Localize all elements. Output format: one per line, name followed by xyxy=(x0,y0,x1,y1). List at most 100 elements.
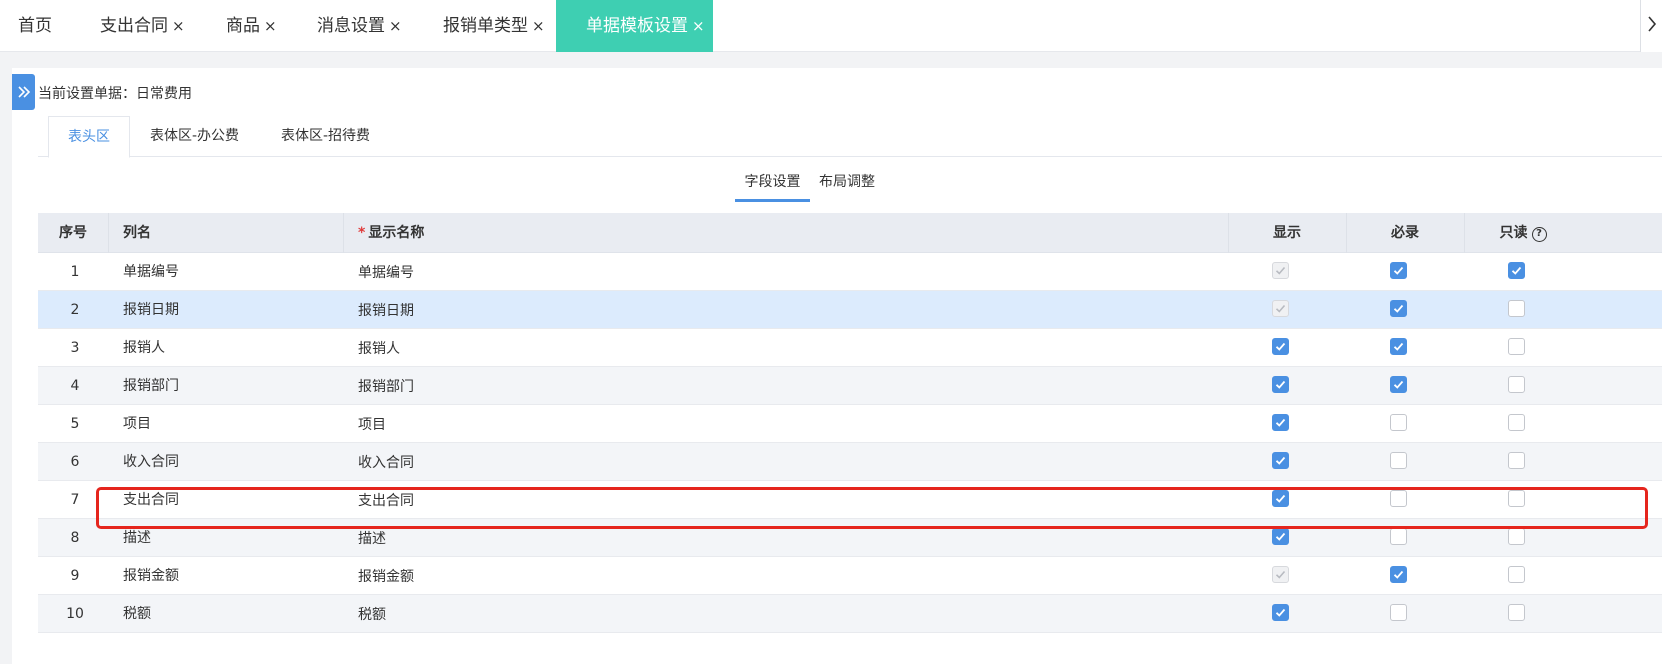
required-checkbox[interactable] xyxy=(1390,527,1407,545)
readonly-checkbox[interactable] xyxy=(1508,337,1525,355)
close-icon[interactable]: × xyxy=(264,17,277,35)
row-index: 8 xyxy=(70,530,80,546)
table-row[interactable]: 4 报销部门 报销部门 xyxy=(38,367,1662,405)
table-row[interactable]: 2 报销日期 报销日期 xyxy=(38,291,1662,329)
tab-goods[interactable]: 商品 × xyxy=(226,0,277,52)
readonly-header-text: 只读 xyxy=(1499,225,1528,241)
required-checkbox[interactable] xyxy=(1390,603,1407,621)
field-name-cell: 报销日期 xyxy=(123,302,179,318)
row-index: 10 xyxy=(66,606,84,622)
table-row[interactable]: 8 描述 描述 xyxy=(38,519,1662,557)
show-checkbox[interactable] xyxy=(1272,451,1289,469)
row-index: 7 xyxy=(70,492,80,508)
readonly-checkbox[interactable] xyxy=(1508,413,1525,431)
readonly-checkbox[interactable] xyxy=(1508,451,1525,469)
table-header: 序号 列名 * 显示名称 显示 必录 只读? xyxy=(38,213,1662,253)
display-name-cell[interactable]: 项目 xyxy=(358,405,386,445)
table-row[interactable]: 5 项目 项目 xyxy=(38,405,1662,443)
required-checkbox[interactable] xyxy=(1390,375,1407,393)
column-header-readonly: 只读? xyxy=(1464,213,1582,253)
display-name-cell[interactable]: 单据编号 xyxy=(358,253,414,293)
close-icon[interactable]: × xyxy=(389,17,402,35)
required-checkbox[interactable] xyxy=(1390,451,1407,469)
table-row[interactable]: 9 报销金额 报销金额 xyxy=(38,557,1662,595)
tab-message-settings-label: 消息设置 xyxy=(317,16,385,36)
readonly-checkbox[interactable] xyxy=(1508,261,1525,279)
required-checkbox[interactable] xyxy=(1390,413,1407,431)
close-icon[interactable]: × xyxy=(692,17,705,35)
sidebar-expand-button[interactable] xyxy=(12,74,35,110)
field-name-cell: 项目 xyxy=(123,416,151,432)
column-header-show: 显示 xyxy=(1273,225,1301,241)
required-checkbox[interactable] xyxy=(1390,565,1407,583)
row-index: 2 xyxy=(70,302,80,318)
tab-template-settings-label: 单据模板设置 xyxy=(586,16,688,36)
show-checkbox[interactable] xyxy=(1272,375,1289,393)
show-checkbox xyxy=(1272,565,1289,583)
display-name-cell[interactable]: 报销部门 xyxy=(358,367,414,407)
show-checkbox[interactable] xyxy=(1272,527,1289,545)
row-index: 9 xyxy=(70,568,80,584)
readonly-checkbox[interactable] xyxy=(1508,489,1525,507)
table-row[interactable]: 6 收入合同 收入合同 xyxy=(38,443,1662,481)
readonly-checkbox[interactable] xyxy=(1508,375,1525,393)
tab-expense-contract-label: 支出合同 xyxy=(100,16,168,36)
readonly-checkbox[interactable] xyxy=(1508,527,1525,545)
required-checkbox[interactable] xyxy=(1390,261,1407,279)
field-name-cell: 支出合同 xyxy=(123,492,179,508)
required-checkbox[interactable] xyxy=(1390,337,1407,355)
show-checkbox[interactable] xyxy=(1272,337,1289,355)
show-checkbox xyxy=(1272,261,1289,279)
table-row[interactable]: 1 单据编号 单据编号 xyxy=(38,253,1662,291)
tab-body-office-fee[interactable]: 表体区-办公费 xyxy=(150,116,239,157)
table-row[interactable]: 10 税额 税额 xyxy=(38,595,1662,633)
tab-home[interactable]: 首页 xyxy=(18,0,52,52)
column-divider xyxy=(108,213,109,253)
row-index: 1 xyxy=(70,264,80,280)
double-chevron-right-icon xyxy=(16,84,32,105)
display-name-cell[interactable]: 报销日期 xyxy=(358,291,414,331)
field-name-cell: 收入合同 xyxy=(123,454,179,470)
close-icon[interactable]: × xyxy=(532,17,545,35)
required-checkbox[interactable] xyxy=(1390,299,1407,317)
show-checkbox[interactable] xyxy=(1272,413,1289,431)
table-row[interactable]: 7 支出合同 支出合同 xyxy=(38,481,1662,519)
tab-template-settings[interactable]: 单据模板设置 × xyxy=(556,0,713,52)
show-checkbox[interactable] xyxy=(1272,489,1289,507)
close-icon[interactable]: × xyxy=(172,17,185,35)
row-index: 5 xyxy=(70,416,80,432)
field-name-cell: 描述 xyxy=(123,530,151,546)
tab-reimbursement-type[interactable]: 报销单类型 × xyxy=(443,0,545,52)
display-name-cell[interactable]: 支出合同 xyxy=(358,481,414,521)
mode-field-settings[interactable]: 字段设置 xyxy=(735,172,810,202)
column-header-field: 列名 xyxy=(123,225,151,241)
tab-message-settings[interactable]: 消息设置 × xyxy=(317,0,402,52)
column-header-index: 序号 xyxy=(59,225,87,241)
current-document-label: 当前设置单据：日常费用 xyxy=(38,86,192,102)
field-name-cell: 报销人 xyxy=(123,340,165,356)
tab-expense-contract[interactable]: 支出合同 × xyxy=(100,0,185,52)
table-row[interactable]: 3 报销人 报销人 xyxy=(38,329,1662,367)
tab-header-area[interactable]: 表头区 xyxy=(48,116,130,158)
readonly-checkbox[interactable] xyxy=(1508,565,1525,583)
readonly-checkbox[interactable] xyxy=(1508,603,1525,621)
display-name-cell[interactable]: 收入合同 xyxy=(358,443,414,483)
display-name-cell[interactable]: 税额 xyxy=(358,595,386,635)
column-divider xyxy=(343,213,344,253)
row-index: 3 xyxy=(70,340,80,356)
display-name-cell[interactable]: 描述 xyxy=(358,519,386,559)
field-name-cell: 单据编号 xyxy=(123,264,179,280)
display-name-cell[interactable]: 报销金额 xyxy=(358,557,414,597)
required-checkbox[interactable] xyxy=(1390,489,1407,507)
mode-layout-adjust[interactable]: 布局调整 xyxy=(819,172,875,202)
question-circle-icon[interactable]: ? xyxy=(1531,227,1547,242)
tab-body-entertainment-fee[interactable]: 表体区-招待费 xyxy=(281,116,370,157)
field-name-cell: 报销金额 xyxy=(123,568,179,584)
show-checkbox[interactable] xyxy=(1272,603,1289,621)
top-tab-bar: 首页 支出合同 × 商品 × 消息设置 × 报销单类型 × 单据模板设置 × xyxy=(0,0,1662,52)
readonly-checkbox[interactable] xyxy=(1508,299,1525,317)
tab-scroll-right-button[interactable] xyxy=(1640,0,1662,52)
display-name-cell[interactable]: 报销人 xyxy=(358,329,400,369)
chevron-right-icon xyxy=(1647,14,1657,38)
row-index: 4 xyxy=(70,378,80,394)
